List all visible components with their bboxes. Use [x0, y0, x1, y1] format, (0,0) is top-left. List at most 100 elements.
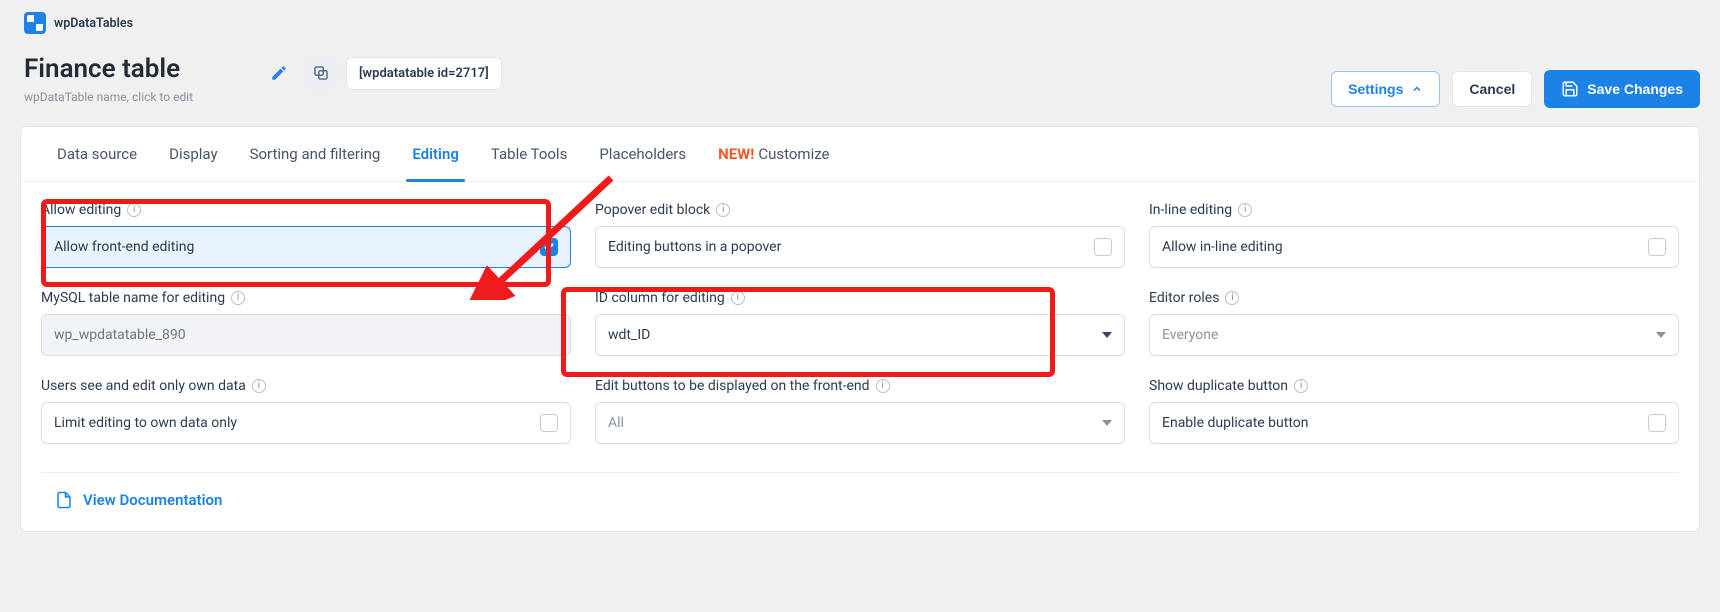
option-text: Allow front-end editing [54, 239, 194, 255]
field-own-data: Users see and edit only own data i Limit… [41, 378, 571, 444]
label-text: Show duplicate button [1149, 378, 1288, 394]
field-id-column: ID column for editing i wdt_ID [595, 290, 1125, 356]
save-icon [1561, 80, 1579, 98]
info-icon[interactable]: i [1294, 379, 1308, 393]
page-title[interactable]: Finance table [24, 54, 244, 84]
chevron-down-icon [1102, 332, 1112, 338]
allow-editing-toggle[interactable]: Allow front-end editing [41, 226, 571, 268]
chevron-down-icon [1102, 420, 1112, 426]
field-label: Edit buttons to be displayed on the fron… [595, 378, 1125, 394]
cancel-button-label: Cancel [1469, 81, 1515, 97]
tab-label: Editing [412, 145, 459, 163]
field-inline-editing: In-line editing i Allow in-line editing [1149, 202, 1679, 268]
tab-customize[interactable]: NEW!Customize [716, 127, 831, 181]
tab-placeholders[interactable]: Placeholders [597, 127, 688, 181]
id-column-select[interactable]: wdt_ID [595, 314, 1125, 356]
document-icon [55, 491, 73, 509]
page-header: Finance table wpDataTable name, click to… [20, 42, 1700, 114]
label-text: MySQL table name for editing [41, 290, 225, 306]
copy-shortcode-button[interactable] [304, 56, 338, 90]
field-label: In-line editing i [1149, 202, 1679, 218]
option-text: Editing buttons in a popover [608, 239, 781, 255]
checkbox-icon [1648, 414, 1666, 432]
tab-sorting-filtering[interactable]: Sorting and filtering [248, 127, 383, 181]
field-label: Users see and edit only own data i [41, 378, 571, 394]
field-label: MySQL table name for editing i [41, 290, 571, 306]
checkbox-icon [540, 238, 558, 256]
own-data-toggle[interactable]: Limit editing to own data only [41, 402, 571, 444]
tab-editing[interactable]: Editing [410, 127, 461, 181]
tab-table-tools[interactable]: Table Tools [489, 127, 569, 181]
label-text: Users see and edit only own data [41, 378, 246, 394]
section-divider [41, 472, 1679, 473]
info-icon[interactable]: i [231, 291, 245, 305]
popover-block-toggle[interactable]: Editing buttons in a popover [595, 226, 1125, 268]
select-value: wdt_ID [608, 327, 650, 343]
field-editor-roles: Editor roles i Everyone [1149, 290, 1679, 356]
mysql-table-input: wp_wpdatatable_890 [41, 314, 571, 356]
cancel-button[interactable]: Cancel [1452, 71, 1532, 107]
field-label: Allow editing i [41, 202, 571, 218]
label-text: Edit buttons to be displayed on the fron… [595, 378, 870, 394]
option-text: Allow in-line editing [1162, 239, 1283, 255]
select-value: Everyone [1162, 327, 1218, 343]
duplicate-toggle[interactable]: Enable duplicate button [1149, 402, 1679, 444]
tab-label: Display [169, 145, 217, 163]
edit-buttons-select[interactable]: All [595, 402, 1125, 444]
inline-editing-toggle[interactable]: Allow in-line editing [1149, 226, 1679, 268]
save-button-label: Save Changes [1587, 81, 1683, 97]
info-icon[interactable]: i [1238, 203, 1252, 217]
editor-roles-select[interactable]: Everyone [1149, 314, 1679, 356]
label-text: In-line editing [1149, 202, 1232, 218]
info-icon[interactable]: i [1225, 291, 1239, 305]
label-text: Allow editing [41, 202, 121, 218]
field-duplicate: Show duplicate button i Enable duplicate… [1149, 378, 1679, 444]
brand-header: wpDataTables [20, 10, 1700, 42]
view-documentation-link[interactable]: View Documentation [21, 473, 222, 509]
field-label: Show duplicate button i [1149, 378, 1679, 394]
settings-button-label: Settings [1348, 81, 1403, 97]
field-label: Popover edit block i [595, 202, 1125, 218]
chevron-down-icon [1656, 332, 1666, 338]
info-icon[interactable]: i [716, 203, 730, 217]
field-label: ID column for editing i [595, 290, 1125, 306]
shortcode-chip[interactable]: [wpdatatable id=2717] [346, 57, 502, 90]
tab-display[interactable]: Display [167, 127, 219, 181]
page-title-hint: wpDataTable name, click to edit [24, 90, 244, 104]
checkbox-icon [1648, 238, 1666, 256]
checkbox-icon [540, 414, 558, 432]
tab-label: Sorting and filtering [250, 145, 381, 163]
new-badge: NEW! [718, 145, 754, 163]
label-text: Editor roles [1149, 290, 1219, 306]
field-label: Editor roles i [1149, 290, 1679, 306]
settings-button[interactable]: Settings [1331, 71, 1440, 107]
tab-data-source[interactable]: Data source [55, 127, 139, 181]
edit-title-button[interactable] [262, 56, 296, 90]
option-text: Enable duplicate button [1162, 415, 1309, 431]
doc-link-label: View Documentation [83, 491, 222, 509]
chevron-up-icon [1411, 83, 1423, 95]
field-popover-block: Popover edit block i Editing buttons in … [595, 202, 1125, 268]
pencil-icon [270, 64, 288, 82]
field-edit-buttons: Edit buttons to be displayed on the fron… [595, 378, 1125, 444]
label-text: ID column for editing [595, 290, 725, 306]
info-icon[interactable]: i [876, 379, 890, 393]
tab-label: Data source [57, 145, 137, 163]
brand-icon [24, 12, 46, 34]
option-text: Limit editing to own data only [54, 415, 237, 431]
tab-label: Table Tools [491, 145, 567, 163]
brand-name: wpDataTables [54, 16, 133, 31]
tab-label: Customize [758, 145, 829, 163]
settings-card: Data source Display Sorting and filterin… [20, 126, 1700, 532]
label-text: Popover edit block [595, 202, 710, 218]
tab-label: Placeholders [599, 145, 686, 163]
info-icon[interactable]: i [127, 203, 141, 217]
save-button[interactable]: Save Changes [1544, 70, 1700, 108]
field-allow-editing: Allow editing i Allow front-end editing [41, 202, 571, 268]
info-icon[interactable]: i [731, 291, 745, 305]
info-icon[interactable]: i [252, 379, 266, 393]
copy-icon [312, 64, 330, 82]
checkbox-icon [1094, 238, 1112, 256]
settings-tabs: Data source Display Sorting and filterin… [21, 127, 1699, 182]
select-value: All [608, 415, 624, 431]
